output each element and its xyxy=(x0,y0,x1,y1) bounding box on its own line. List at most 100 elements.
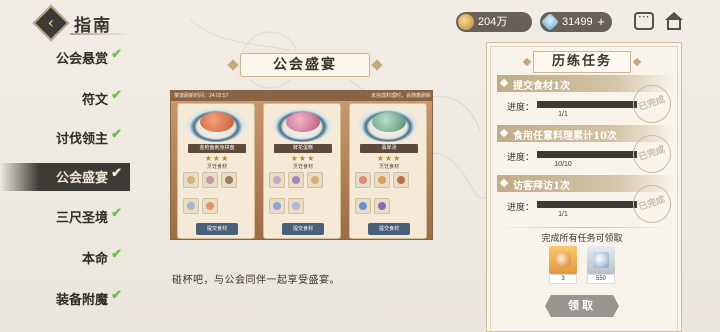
feast-refresh-bar: 菜谱刷新时间：24:02:57 未完成料理时，会随着刷新 xyxy=(171,91,432,101)
sidebar-item-label: 公会悬赏 xyxy=(55,52,108,67)
progress-fill xyxy=(537,101,637,108)
submit-ingredients-button[interactable]: 提交食材 xyxy=(368,223,410,235)
tasks-panel-title: 历练任务 xyxy=(533,51,631,73)
sidebar-item-label: 三尺圣境 xyxy=(55,211,108,226)
sidebar-item-lord-crusade[interactable]: 讨伐领主 ✔ xyxy=(0,124,130,152)
ingredient-slot xyxy=(269,198,285,214)
reward-item[interactable]: 3 xyxy=(549,246,577,284)
sidebar-item-guild-feast[interactable]: 公会盛宴 ✔ xyxy=(0,163,130,191)
guide-sidebar: 公会悬赏 ✔ 符文 ✔ 讨伐领主 ✔ 公会盛宴 ✔ 三尺圣境 ✔ 本命 ✔ 装备… xyxy=(0,40,130,332)
dish-stars: ★★★ xyxy=(204,154,230,163)
ingredient-slot xyxy=(288,198,304,214)
claim-button[interactable]: 领取 xyxy=(545,295,619,317)
ingredient-slot xyxy=(183,172,199,188)
top-bar: ‹ 指南 204万 31499 + xyxy=(0,0,720,44)
ingredient-slot xyxy=(374,172,390,188)
check-icon: ✔ xyxy=(111,166,122,181)
coin-icon xyxy=(458,14,474,30)
dish-card: 金枪鱼刺身拼盘 ★★★ 烹饪食材 提交食材 xyxy=(177,103,255,239)
dish-card: 鲜花蛋糕 ★★★ 烹饪食材 提交食材 xyxy=(263,103,341,239)
tasks-panel: 历练任务 提交食材1次 进度： 1/1 已完成 食用任意料理累计10次 进度： … xyxy=(486,42,682,332)
chat-icon[interactable] xyxy=(634,10,654,30)
sidebar-item-label: 公会盛宴 xyxy=(55,171,108,186)
ingredient-slot xyxy=(355,198,371,214)
progress-label: 进度： xyxy=(507,153,535,163)
ingredient-slot xyxy=(307,172,323,188)
dish-food xyxy=(372,112,406,132)
coin-amount: 204万 xyxy=(478,16,508,28)
task-item: 访客拜访1次 进度： 1/1 已完成 xyxy=(497,175,676,228)
dish-card: 翡翠汤 ★★★ 烹饪食材 提交食材 xyxy=(349,103,427,239)
sidebar-item-rune[interactable]: 符文 ✔ xyxy=(0,85,130,113)
dish-name: 翡翠汤 xyxy=(360,144,418,153)
divider xyxy=(497,227,675,228)
task-title: 访客拜访1次 xyxy=(513,181,570,192)
check-icon: ✔ xyxy=(111,88,122,103)
gem-counter: 31499 + xyxy=(540,12,612,32)
reward-qty: 3 xyxy=(549,274,577,284)
reward-item[interactable]: 550 xyxy=(587,246,615,284)
submit-ingredients-button[interactable]: 提交食材 xyxy=(196,223,238,235)
ingredient-slot xyxy=(393,172,409,188)
reward-tile xyxy=(549,246,577,274)
progress-text: 1/1 xyxy=(558,211,568,218)
ingredients-label: 烹饪食材 xyxy=(378,164,399,170)
ingredient-slot xyxy=(288,172,304,188)
progress-text: 1/1 xyxy=(558,111,568,118)
ingredient-slot xyxy=(221,172,237,188)
ingredient-slot xyxy=(202,172,218,188)
dish-food xyxy=(200,112,234,132)
ingredient-slot xyxy=(183,198,199,214)
feast-preview-image: 菜谱刷新时间：24:02:57 未完成料理时，会随着刷新 金枪鱼刺身拼盘 ★★★… xyxy=(170,90,433,240)
check-icon: ✔ xyxy=(111,247,122,262)
dish-stars: ★★★ xyxy=(290,154,316,163)
ingredient-slot xyxy=(374,198,390,214)
sidebar-item-label: 装备附魔 xyxy=(55,293,108,308)
progress-label: 进度： xyxy=(507,203,535,213)
gold-badge-icon xyxy=(555,252,571,268)
task-title: 提交食材1次 xyxy=(513,81,570,92)
back-arrow-icon: ‹ xyxy=(47,13,55,32)
refresh-timer: 菜谱刷新时间：24:02:57 xyxy=(174,93,229,99)
add-gem-button[interactable]: + xyxy=(594,15,608,29)
refresh-note: 未完成料理时，会随着刷新 xyxy=(370,93,431,99)
feature-description: 碰杯吧，与公会同伴一起享受盛宴。 xyxy=(172,275,340,286)
sidebar-item-guild-bounty[interactable]: 公会悬赏 ✔ xyxy=(0,44,130,72)
ingredient-slot xyxy=(202,198,218,214)
ingredients-label: 烹饪食材 xyxy=(206,164,227,170)
submit-ingredients-button[interactable]: 提交食材 xyxy=(282,223,324,235)
ingredient-slot xyxy=(269,172,285,188)
section-banner: 公会盛宴 xyxy=(240,53,370,77)
check-icon: ✔ xyxy=(111,47,122,62)
sidebar-item-holy-realm[interactable]: 三尺圣境 ✔ xyxy=(0,203,130,231)
all-tasks-label: 完成所有任务可领取 xyxy=(541,234,623,244)
progress-bar xyxy=(537,201,637,208)
dish-food xyxy=(286,112,320,132)
task-title: 食用任意料理累计10次 xyxy=(513,131,617,142)
progress-text: 10/10 xyxy=(554,161,572,168)
sidebar-item-destiny[interactable]: 本命 ✔ xyxy=(0,244,130,272)
ingredients-label: 烹饪食材 xyxy=(292,164,313,170)
progress-fill xyxy=(537,151,637,158)
gem-icon xyxy=(540,12,560,32)
check-icon: ✔ xyxy=(111,127,122,142)
home-icon[interactable] xyxy=(664,12,684,30)
sidebar-item-enchant[interactable]: 装备附魔 ✔ xyxy=(0,285,130,313)
title-underline xyxy=(70,33,130,35)
dish-name: 金枪鱼刺身拼盘 xyxy=(188,144,246,153)
progress-label: 进度： xyxy=(507,103,535,113)
sidebar-item-label: 符文 xyxy=(81,93,108,108)
progress-bar xyxy=(537,101,637,108)
dish-stars: ★★★ xyxy=(376,154,402,163)
check-icon: ✔ xyxy=(111,288,122,303)
check-icon: ✔ xyxy=(111,206,122,221)
gem-amount: 31499 xyxy=(562,16,593,28)
reward-tile xyxy=(587,246,615,274)
progress-fill xyxy=(537,201,637,208)
progress-bar xyxy=(537,151,637,158)
coin-counter: 204万 xyxy=(456,12,532,32)
reward-qty: 550 xyxy=(587,274,615,284)
ingredient-slot xyxy=(355,172,371,188)
dish-name: 鲜花蛋糕 xyxy=(274,144,332,153)
sidebar-item-label: 讨伐领主 xyxy=(55,132,108,147)
